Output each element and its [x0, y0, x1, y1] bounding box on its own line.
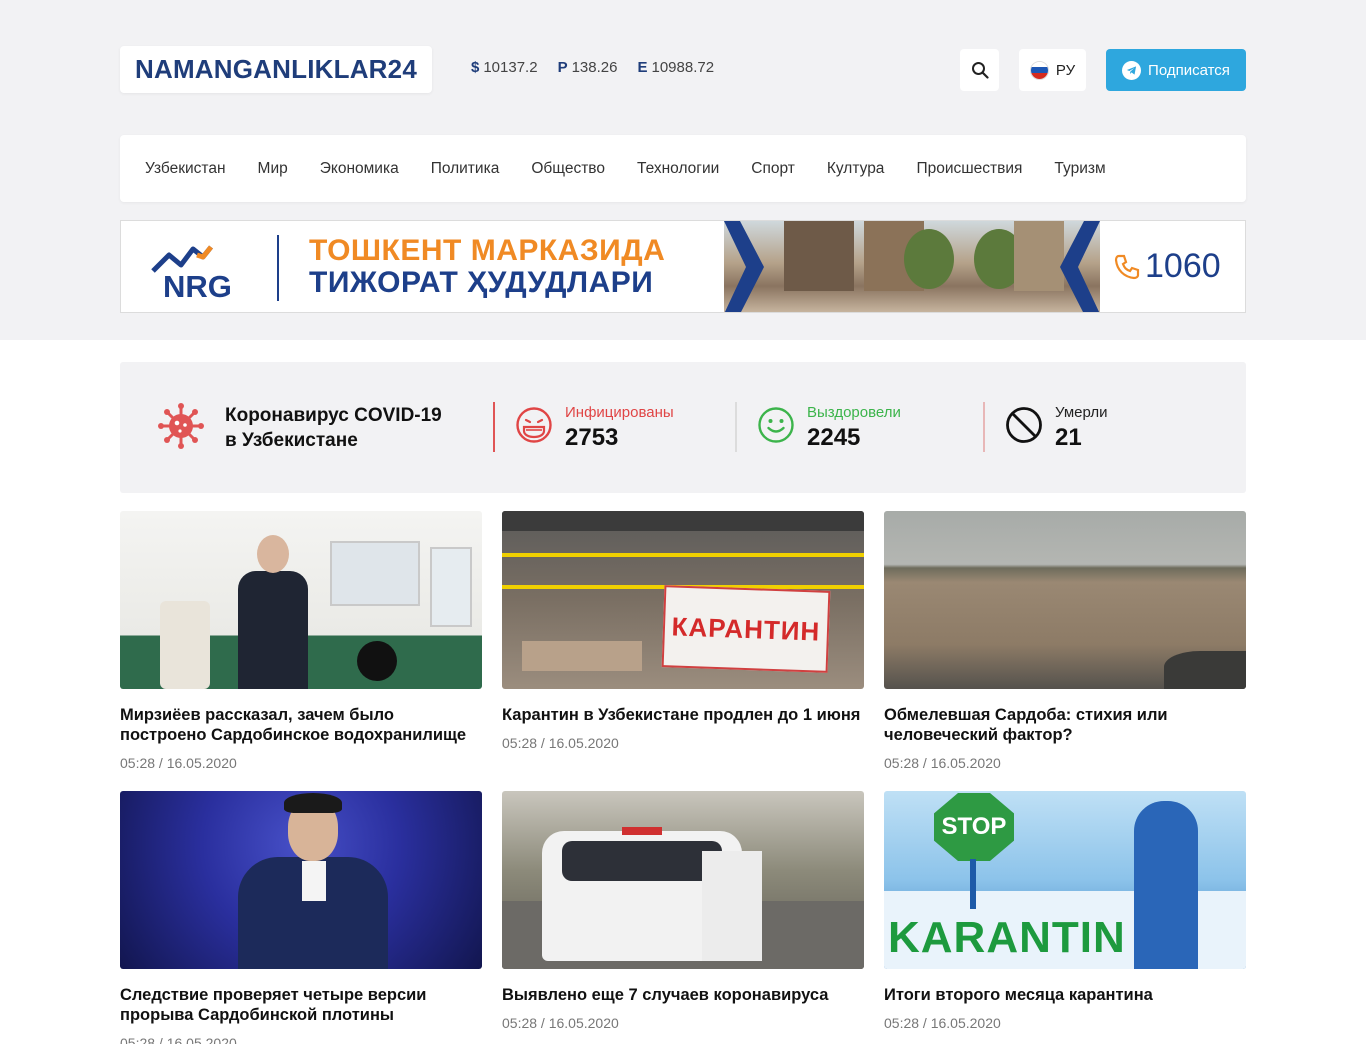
news-thumbnail[interactable] [502, 791, 864, 969]
search-icon [971, 62, 989, 79]
nav-item-economy[interactable]: Экономика [320, 160, 399, 178]
language-label: РУ [1055, 61, 1076, 79]
divider-deaths [983, 402, 985, 452]
smiley-face-icon [758, 407, 794, 443]
nav-item-sport[interactable]: Спорт [751, 160, 795, 178]
covid-title: Коронавирус COVID-19 в Узбекистане [225, 405, 442, 451]
covid-widget: Коронавирус COVID-19 в Узбекистане Инфиц… [120, 362, 1246, 493]
news-card[interactable]: КАРАНТИН Карантин в Узбекистане продлен … [502, 511, 864, 751]
banner-photo [724, 221, 1100, 312]
news-date: 05:28 / 16.05.2020 [884, 755, 1001, 771]
banner-divider [277, 235, 279, 301]
news-date: 05:28 / 16.05.2020 [502, 1015, 619, 1031]
nav-item-world[interactable]: Мир [258, 160, 288, 178]
news-title[interactable]: Карантин в Узбекистане продлен до 1 июня [502, 705, 864, 725]
telegram-icon [1122, 60, 1142, 80]
rate-rub: P 138.26 [557, 59, 618, 76]
nav-item-tourism[interactable]: Туризм [1054, 160, 1105, 178]
news-date: 05:28 / 16.05.2020 [120, 755, 237, 771]
language-button[interactable]: РУ [1019, 49, 1086, 91]
stop-sign-text: STOP [941, 813, 1007, 840]
stat-deaths-value: 21 [1055, 424, 1082, 451]
nav-item-technology[interactable]: Технологии [637, 160, 719, 178]
news-title[interactable]: Итоги второго месяца карантина [884, 985, 1246, 1005]
news-date: 05:28 / 16.05.2020 [120, 1035, 237, 1044]
site-logo[interactable]: NAMANGANLIKLAR24 [120, 46, 432, 93]
news-card[interactable]: Следствие проверяет четыре версии прорыв… [120, 791, 482, 1044]
news-thumbnail[interactable]: STOP KARANTIN [884, 791, 1246, 969]
news-title[interactable]: Мирзиёев рассказал, зачем было построено… [120, 705, 482, 745]
subscribe-label: Подписатся [1148, 61, 1230, 79]
karantin-text: KARANTIN [888, 913, 1126, 962]
prohibited-icon [1006, 407, 1042, 443]
news-card[interactable]: STOP KARANTIN Итоги второго месяца каран… [884, 791, 1246, 1031]
news-thumbnail[interactable] [884, 511, 1246, 689]
nav-item-uzbekistan[interactable]: Узбекистан [145, 160, 226, 178]
news-card[interactable]: Мирзиёев рассказал, зачем было построено… [120, 511, 482, 771]
news-date: 05:28 / 16.05.2020 [502, 735, 619, 751]
nav-item-society[interactable]: Общество [531, 160, 605, 178]
virus-icon [158, 403, 204, 449]
russia-flag-icon [1029, 60, 1049, 80]
rate-eur: E 10988.72 [637, 59, 715, 76]
news-thumbnail[interactable] [120, 791, 482, 969]
banner-headline-2: ТИЖОРАТ ҲУДУДЛАРИ [309, 266, 654, 299]
divider-infected [493, 402, 495, 452]
stat-infected-value: 2753 [565, 424, 619, 451]
stat-infected-label: Инфицированы [565, 404, 674, 421]
stat-deaths-label: Умерли [1055, 404, 1108, 421]
banner-brand: NRG [163, 269, 232, 304]
search-button[interactable] [960, 49, 999, 91]
news-thumbnail[interactable] [120, 511, 482, 689]
news-date: 05:28 / 16.05.2020 [884, 1015, 1001, 1031]
currency-rates: $10137.2 P 138.26 E 10988.72 [471, 59, 714, 76]
nav-item-culture[interactable]: Култура [827, 160, 885, 178]
news-card[interactable]: Обмелевшая Сардоба: стихия или человечес… [884, 511, 1246, 771]
news-title[interactable]: Обмелевшая Сардоба: стихия или человечес… [884, 705, 1246, 745]
header: NAMANGANLIKLAR24 $10137.2 P 138.26 E 10988… [120, 46, 1246, 94]
phone-icon [1114, 254, 1140, 279]
ad-banner[interactable]: NRG ТОШКЕНТ МАРКАЗИДА ТИЖОРАТ ҲУДУДЛАРИ … [120, 220, 1246, 313]
infected-face-icon [516, 407, 552, 443]
main-nav: Узбекистан Мир Экономика Политика Общест… [120, 135, 1246, 202]
banner-phone: 1060 [1113, 247, 1221, 286]
news-thumbnail[interactable]: КАРАНТИН [502, 511, 864, 689]
news-title[interactable]: Следствие проверяет четыре версии прорыв… [120, 985, 482, 1025]
news-card[interactable]: Выявлено еще 7 случаев коронавируса 05:2… [502, 791, 864, 1031]
rate-usd: $10137.2 [471, 59, 538, 76]
nav-item-incidents[interactable]: Происшествия [916, 160, 1022, 178]
stat-recovered-value: 2245 [807, 424, 861, 451]
divider-recovered [735, 402, 737, 452]
subscribe-button[interactable]: Подписатся [1106, 49, 1246, 91]
banner-headline-1: ТОШКЕНТ МАРКАЗИДА [309, 234, 666, 267]
news-title[interactable]: Выявлено еще 7 случаев коронавируса [502, 985, 864, 1005]
stat-recovered-label: Выздоровели [807, 404, 901, 421]
nav-item-politics[interactable]: Политика [431, 160, 500, 178]
quarantine-sign-text: КАРАНТИН [671, 610, 821, 647]
